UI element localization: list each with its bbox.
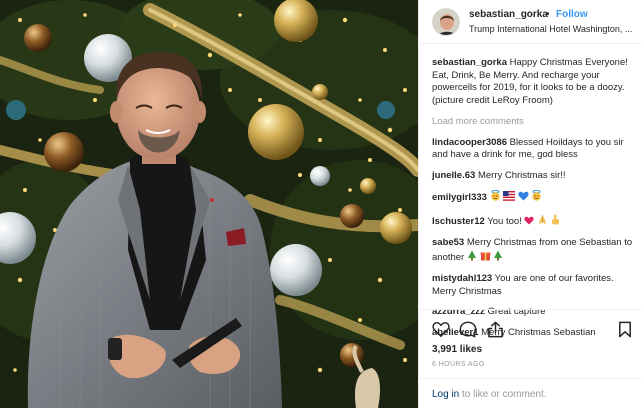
post-header: sebastian_gorka • Follow Trump Internati… [419, 0, 642, 44]
follow-button[interactable]: Follow [556, 9, 588, 20]
pointing-finger-emoji-icon [551, 214, 560, 230]
comment-username[interactable]: emilygirl333 [432, 192, 487, 203]
comment-username[interactable]: lindacooper3086 [432, 137, 507, 148]
load-more-comments-button[interactable]: Load more comments [432, 116, 637, 129]
login-link[interactable]: Log in [432, 389, 459, 400]
heart-outline-icon[interactable] [432, 321, 450, 343]
profile-picture [433, 9, 459, 35]
comment-item: sabe53 Merry Christmas from one Sebastia… [432, 237, 637, 265]
login-prompt: Log in to like or comment. [432, 389, 547, 400]
us-flag-emoji-icon [503, 191, 516, 206]
comment-username[interactable]: sabe53 [432, 237, 464, 248]
post-timestamp: 6 HOURS AGO [432, 361, 485, 368]
heart-emoji-icon [524, 216, 535, 230]
caption-username[interactable]: sebastian_gorka [432, 57, 507, 68]
comment-text: You too! [487, 215, 522, 227]
angel-emoji-icon [490, 189, 501, 206]
like-count[interactable]: 3,991 likes [432, 344, 482, 355]
angel-emoji-icon [531, 189, 542, 206]
comment-item: lschuster12 You too! [432, 214, 637, 230]
blue-heart-emoji-icon [518, 191, 529, 206]
post-caption: sebastian_gorka Happy Christmas Everyone… [432, 57, 637, 107]
christmas-tree-emoji-icon [467, 250, 477, 266]
post-side-panel: sebastian_gorka • Follow Trump Internati… [418, 0, 642, 408]
gift-emoji-icon [480, 250, 491, 266]
comment-item: junelle.63 Merry Christmas sir!! [432, 170, 637, 183]
action-bar [419, 309, 642, 347]
christmas-tree-emoji-icon [493, 250, 503, 266]
post-author-username[interactable]: sebastian_gorka [469, 9, 548, 20]
comment-item: lindacooper3086 Blessed Hoildays to you … [432, 137, 637, 162]
login-prompt-text: to like or comment. [462, 389, 547, 400]
comment-text: Merry Christmas sir!! [477, 169, 566, 181]
comments-list: sebastian_gorka Happy Christmas Everyone… [432, 57, 637, 347]
comment-username[interactable]: lschuster12 [432, 216, 485, 227]
speech-bubble-icon[interactable] [459, 321, 477, 343]
comment-item: emilygirl333 [432, 189, 637, 206]
bookmark-icon[interactable] [618, 321, 632, 343]
login-footer: Log in to like or comment. [419, 378, 642, 408]
christmas-tree-photo [0, 0, 418, 408]
post-location[interactable]: Trump International Hotel Washington, ..… [469, 24, 637, 34]
comment-username[interactable]: mistydahl123 [432, 273, 492, 284]
comment-username[interactable]: junelle.63 [432, 170, 475, 181]
separator-dot: • [546, 9, 550, 20]
comment-item: mistydahl123 You are one of our favorite… [432, 273, 637, 298]
praying-hands-emoji-icon [537, 214, 548, 230]
post-photo[interactable] [0, 0, 418, 408]
avatar[interactable] [432, 8, 460, 36]
share-icon[interactable] [487, 321, 504, 343]
